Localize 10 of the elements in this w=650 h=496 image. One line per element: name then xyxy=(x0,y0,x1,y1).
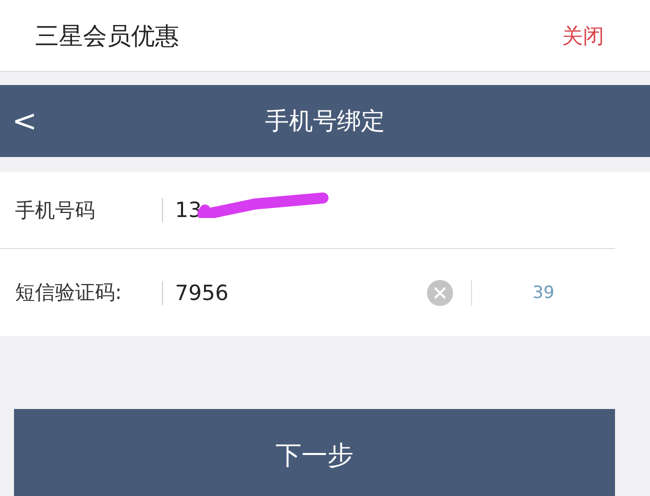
clear-icon[interactable] xyxy=(427,280,453,306)
input-field[interactable]: 7956 xyxy=(175,280,228,304)
close-link[interactable]: 关闭 xyxy=(562,22,604,50)
countdown-text: 39 xyxy=(532,282,556,302)
field-label: 手机号码 xyxy=(14,196,96,224)
page-title: 手机号绑定 xyxy=(265,106,385,137)
back-button[interactable]: < xyxy=(12,104,38,138)
app-title: 三星会员优惠 xyxy=(35,20,179,52)
next-button[interactable]: 下一步 xyxy=(14,409,615,496)
field-label: 短信验证码: xyxy=(14,279,123,306)
